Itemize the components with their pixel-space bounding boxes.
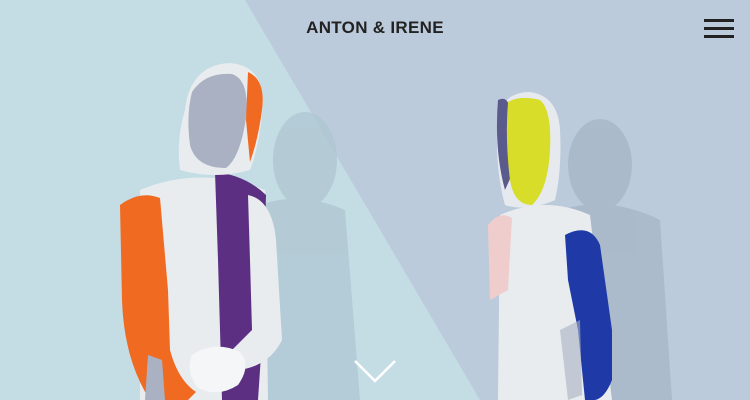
menu-bar (704, 27, 734, 30)
hero-section: ANTON & IRENE (0, 0, 750, 400)
chevron-down-icon (354, 360, 396, 383)
menu-bar (704, 19, 734, 22)
menu-bar (704, 35, 734, 38)
hamburger-menu-button[interactable] (704, 17, 736, 39)
site-title[interactable]: ANTON & IRENE (0, 18, 750, 38)
hero-illustration (0, 0, 750, 400)
scroll-down-button[interactable] (353, 355, 397, 385)
